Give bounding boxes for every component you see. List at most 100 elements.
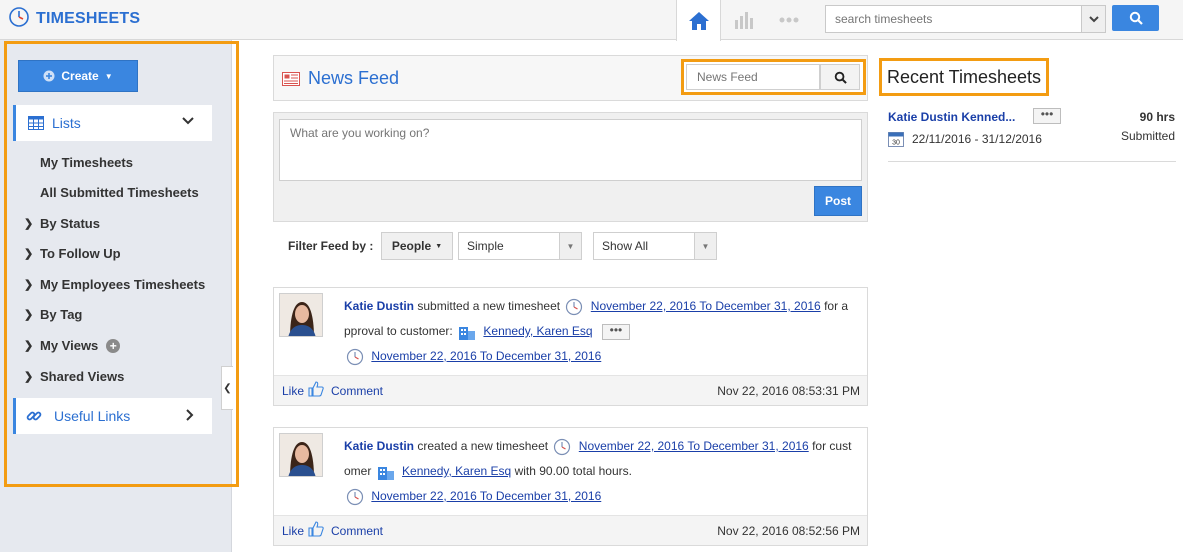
clock-icon	[554, 438, 571, 455]
sidebar-item-my-timesheets[interactable]: My Timesheets	[40, 155, 133, 170]
lists-label: Lists	[52, 115, 81, 131]
more-options-button[interactable]: •••	[601, 323, 630, 340]
avatar[interactable]	[279, 293, 323, 337]
chevron-down-icon	[182, 117, 194, 125]
global-search-input[interactable]	[826, 6, 1082, 32]
chevron-down-icon	[1088, 15, 1099, 22]
sidebar-item-label: By Tag	[40, 307, 83, 322]
feed-item-text: Katie Dustin created a new timesheet Nov…	[344, 434, 864, 509]
chevron-right-icon: ❯	[24, 340, 34, 352]
building-icon	[459, 326, 476, 340]
sidebar-item-by-tag[interactable]: ❯ By Tag	[24, 307, 82, 322]
sidebar-item-shared-views[interactable]: ❯ Shared Views	[24, 369, 124, 384]
recent-timesheet-hours: 90 hrs	[1139, 110, 1175, 124]
chevron-left-icon: ❮	[223, 382, 232, 394]
status-input[interactable]	[279, 119, 862, 181]
filter-show-value: Show All	[602, 239, 649, 253]
customer-link[interactable]: Kennedy, Karen Esq	[402, 464, 511, 478]
sidebar-item-my-employees-timesheets[interactable]: ❯ My Employees Timesheets	[24, 277, 205, 292]
recent-timesheet-name[interactable]: Katie Dustin Kenned...	[888, 110, 1015, 124]
timesheet-link[interactable]: November 22, 2016 To December 31, 2016	[579, 439, 809, 453]
thumbs-up-icon[interactable]	[308, 521, 324, 537]
filter-type-select[interactable]: Simple ▼	[458, 232, 582, 260]
avatar[interactable]	[279, 433, 323, 477]
more-options-button[interactable]: •••	[1033, 108, 1061, 124]
reports-button[interactable]	[721, 0, 766, 40]
user-link[interactable]: Katie Dustin	[344, 439, 414, 453]
news-feed-search-button[interactable]	[820, 64, 860, 90]
sidebar-item-label: My Views	[40, 338, 99, 353]
link-icon	[26, 411, 42, 421]
clock-icon	[346, 348, 364, 365]
filter-type-value: Simple	[467, 239, 504, 253]
more-icon	[779, 17, 798, 23]
comment-link[interactable]: Comment	[331, 524, 383, 538]
like-link[interactable]: Like	[282, 524, 304, 538]
feed-item-footer: Like Comment Nov 22, 2016 08:52:56 PM	[274, 515, 867, 545]
chevron-right-icon: ❯	[24, 248, 34, 260]
chevron-right-icon: ❯	[24, 218, 34, 230]
table-icon	[28, 116, 44, 130]
feed-item: Katie Dustin created a new timesheet Nov…	[273, 427, 868, 546]
action-text: created a new timesheet	[417, 439, 549, 453]
like-link[interactable]: Like	[282, 384, 304, 398]
calendar-icon: 30	[888, 132, 904, 147]
clock-icon	[566, 298, 583, 315]
user-link[interactable]: Katie Dustin	[344, 299, 414, 313]
sidebar-item-my-views[interactable]: ❯ My Views +	[24, 338, 121, 353]
top-bar: TIMESHEETS	[0, 0, 1183, 41]
svg-text:30: 30	[892, 140, 900, 147]
news-feed-search-input[interactable]	[686, 64, 820, 90]
sidebar-item-label: By Status	[40, 216, 100, 231]
lists-section-header[interactable]: Lists	[13, 105, 212, 141]
status-composer: Post	[273, 112, 868, 222]
sidebar-item-label: My Employees Timesheets	[40, 277, 206, 292]
page-title: News Feed	[308, 68, 400, 88]
global-search	[825, 5, 1106, 33]
timesheet-link[interactable]: November 22, 2016 To December 31, 2016	[371, 349, 601, 363]
add-view-icon[interactable]: +	[106, 338, 121, 353]
create-button[interactable]: Create ▼	[18, 60, 138, 92]
useful-links-section-header[interactable]: Useful Links	[13, 398, 212, 434]
timestamp: Nov 22, 2016 08:53:31 PM	[717, 384, 860, 398]
sidebar-item-to-follow-up[interactable]: ❯ To Follow Up	[24, 246, 121, 261]
after-customer-text: with 90.00 total hours.	[514, 464, 632, 478]
sidebar-item-label: All Submitted Timesheets	[40, 185, 199, 200]
search-scope-dropdown[interactable]	[1081, 6, 1105, 32]
timesheet-link[interactable]: November 22, 2016 To December 31, 2016	[591, 299, 821, 313]
home-button[interactable]	[676, 0, 721, 41]
sidebar-item-label: My Timesheets	[40, 155, 133, 170]
action-text: submitted a new timesheet	[417, 299, 561, 313]
comment-link[interactable]: Comment	[331, 384, 383, 398]
collapse-sidebar-button[interactable]: ❮	[221, 366, 233, 410]
search-icon	[834, 71, 847, 84]
recent-timesheet-dates: 30 22/11/2016 - 31/12/2016	[888, 131, 1042, 147]
home-icon	[688, 11, 709, 30]
useful-links-label: Useful Links	[54, 408, 131, 424]
building-icon	[377, 466, 394, 480]
filter-people-dropdown[interactable]: People ▼	[381, 232, 453, 260]
thumbs-up-icon[interactable]	[308, 381, 324, 397]
news-feed-search	[681, 59, 866, 95]
filter-show-select[interactable]: Show All ▼	[593, 232, 717, 260]
app-title: TIMESHEETS	[36, 9, 141, 27]
recent-timesheets-title: Recent Timesheets	[879, 58, 1049, 96]
date-range: 22/11/2016 - 31/12/2016	[912, 132, 1042, 146]
timestamp: Nov 22, 2016 08:52:56 PM	[717, 524, 860, 538]
app-brand[interactable]: TIMESHEETS	[8, 6, 140, 31]
global-search-button[interactable]	[1112, 5, 1159, 31]
chevron-right-icon	[186, 409, 194, 421]
status-badge: Submitted	[1120, 129, 1175, 143]
post-button[interactable]: Post	[814, 186, 862, 216]
sidebar-item-by-status[interactable]: ❯ By Status	[24, 216, 100, 231]
customer-link[interactable]: Kennedy, Karen Esq	[483, 324, 592, 338]
caret-down-icon: ▼	[559, 233, 581, 259]
timesheet-link[interactable]: November 22, 2016 To December 31, 2016	[371, 489, 601, 503]
more-apps-button[interactable]	[766, 0, 811, 40]
plus-circle-icon	[43, 70, 55, 82]
feed-item-footer: Like Comment Nov 22, 2016 08:53:31 PM	[274, 375, 867, 405]
sidebar-item-all-submitted-timesheets[interactable]: All Submitted Timesheets	[40, 185, 199, 200]
recent-timesheet-row[interactable]: Katie Dustin Kenned... ••• 90 hrs 30 22/…	[888, 108, 1176, 162]
filter-feed-label: Filter Feed by :	[288, 239, 374, 253]
caret-down-icon: ▼	[435, 242, 443, 250]
